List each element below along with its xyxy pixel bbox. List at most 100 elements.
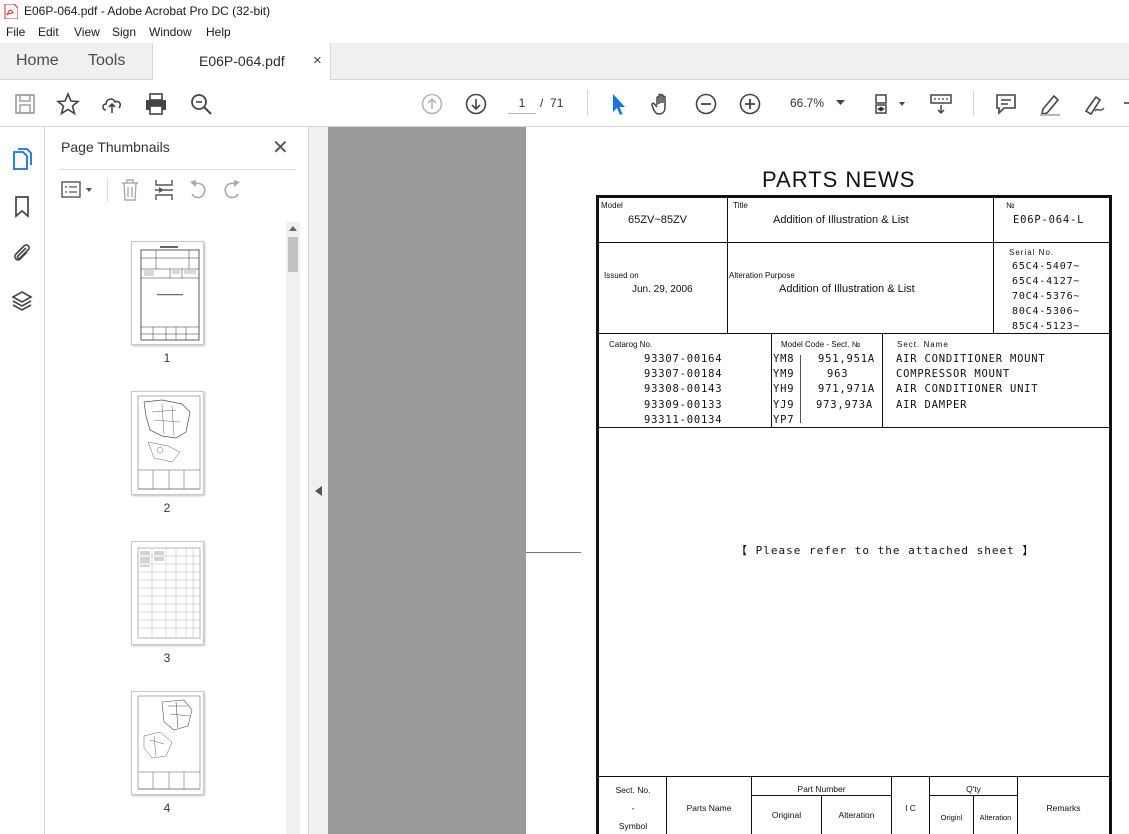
tab-bar: Home Tools E06P-064.pdf × [0, 43, 1129, 81]
model-label: Model [601, 201, 623, 210]
catalog-number: 93308-00143 [644, 383, 723, 395]
section-name: AIR CONDITIONER MOUNT [896, 353, 1046, 365]
next-page-icon[interactable] [463, 91, 489, 117]
save-icon[interactable] [12, 91, 38, 117]
serial-number: 65C4-4127~ [1012, 276, 1081, 287]
page-number-input[interactable]: 1 [508, 92, 536, 114]
section-number: 973,973A [816, 399, 873, 411]
comment-icon[interactable] [993, 91, 1019, 117]
section-name: COMPRESSOR MOUNT [896, 368, 1010, 380]
print-icon[interactable] [143, 91, 169, 117]
collapse-panel-icon[interactable] [315, 486, 322, 496]
rotate-counterclockwise-icon[interactable] [187, 178, 209, 202]
form-rule [727, 198, 728, 333]
thumbnails-scrollbar[interactable] [286, 222, 300, 834]
navigation-rail [0, 127, 45, 834]
hand-tool-icon[interactable] [649, 91, 675, 117]
panel-splitter[interactable] [308, 127, 328, 834]
toolbar-divider [587, 90, 588, 116]
form-rule [882, 333, 883, 427]
replace-page-icon[interactable] [153, 178, 175, 202]
catalog-number: 93307-00164 [644, 353, 723, 365]
attachments-icon[interactable] [10, 241, 34, 265]
title-bar: E06P-064.pdf - Adobe Acrobat Pro DC (32-… [0, 0, 1129, 23]
catalog-number: 93309-00133 [644, 399, 723, 411]
model-code: YH9 [773, 383, 795, 395]
close-panel-icon[interactable]: ✕ [272, 135, 289, 160]
model-code: YM8 [773, 353, 795, 365]
model-value: 65ZV~85ZV [628, 214, 688, 226]
page-thumbnail-preview [137, 695, 201, 790]
zoom-in-icon[interactable] [737, 91, 763, 117]
part-alteration-header: Alteration [838, 810, 875, 820]
toolbar-divider [973, 90, 974, 116]
page-thumbnail-label: 1 [163, 351, 171, 365]
zoom-level-select[interactable]: 66.7% [782, 92, 852, 114]
menu-sign[interactable]: Sign [112, 25, 136, 39]
search-zoom-icon[interactable] [188, 91, 214, 117]
previous-page-icon[interactable] [419, 91, 445, 117]
page-thumbnail-label: 4 [163, 801, 171, 815]
highlight-pen-icon[interactable] [1037, 91, 1063, 117]
page-thumbnails-panel: Page Thumbnails ✕ 1 2 3 4 [45, 127, 308, 834]
menu-file[interactable]: File [6, 25, 25, 39]
bookmarks-icon[interactable] [10, 194, 34, 218]
page-thumbnail-2[interactable] [131, 391, 204, 495]
scroll-mode-icon[interactable] [928, 91, 954, 117]
page-total: / 71 [540, 96, 563, 110]
serial-number: 65C4-5407~ [1012, 261, 1081, 272]
menu-window[interactable]: Window [149, 25, 192, 39]
tab-close-icon[interactable]: × [313, 52, 322, 69]
menu-edit[interactable]: Edit [38, 25, 59, 39]
panel-title: Page Thumbnails [61, 139, 170, 155]
scrollbar-thumb[interactable] [288, 237, 298, 272]
page-thumbnails-icon[interactable] [10, 147, 34, 171]
rotate-clockwise-icon[interactable] [221, 178, 243, 202]
serial-number: 80C4-5306~ [1012, 306, 1081, 317]
layers-icon[interactable] [10, 289, 34, 313]
page-thumbnail-1[interactable] [131, 241, 204, 345]
number-label: № [1006, 201, 1015, 210]
title-label: Title [733, 201, 748, 210]
form-rule [993, 198, 994, 333]
serial-label: Serial No. [1009, 248, 1055, 257]
document-heading: PARTS NEWS [762, 167, 916, 192]
quantity-alteration-header: Alteration [979, 813, 1012, 822]
menu-help[interactable]: Help [206, 25, 231, 39]
ic-header: I C [905, 803, 916, 813]
more-tools-icon[interactable] [1122, 91, 1129, 117]
tab-home[interactable]: Home [16, 52, 59, 70]
issued-value: Jun. 29, 2006 [632, 284, 693, 295]
bookmark-star-icon[interactable] [55, 91, 81, 117]
sign-pen-icon[interactable] [1081, 91, 1107, 117]
menu-view[interactable]: View [74, 25, 100, 39]
catalog-label: Catarog No. [609, 340, 653, 349]
catalog-number: 93311-00134 [644, 414, 723, 426]
sect-no-header: Sect. No. [615, 785, 651, 795]
delete-page-icon[interactable] [119, 178, 141, 202]
title-value: Addition of Illustration & List [773, 214, 909, 226]
section-number: 971,971A [818, 383, 875, 395]
pdf-page[interactable]: PARTS NEWS Model 65ZV~85ZV Title Additio… [526, 127, 1129, 834]
quantity-header: Q'ty [966, 784, 981, 794]
page-thumbnail-4[interactable] [131, 691, 204, 795]
page-thumbnail-preview [140, 246, 200, 341]
quantity-original-header: Originl [940, 813, 963, 822]
thumbnail-options-icon[interactable] [61, 179, 95, 201]
form-rule [771, 333, 772, 427]
zoom-out-icon[interactable] [693, 91, 719, 117]
upload-cloud-icon[interactable] [99, 91, 125, 117]
remarks-header: Remarks [1046, 803, 1081, 813]
model-code: YP7 [773, 414, 795, 426]
part-original-header: Original [771, 810, 802, 820]
page-fit-icon[interactable] [872, 91, 908, 117]
scroll-up-icon[interactable] [289, 225, 297, 231]
zoom-value: 66.7% [790, 96, 825, 110]
tab-tools[interactable]: Tools [88, 52, 125, 70]
alteration-purpose-label: Alteration Purpose [729, 271, 795, 280]
select-cursor-icon[interactable] [605, 91, 631, 117]
page-thumbnail-3[interactable] [131, 541, 204, 645]
tab-document[interactable]: E06P-064.pdf × [152, 43, 331, 81]
parts-name-header: Parts Name [686, 803, 732, 813]
tab-document-label: E06P-064.pdf [199, 53, 285, 69]
